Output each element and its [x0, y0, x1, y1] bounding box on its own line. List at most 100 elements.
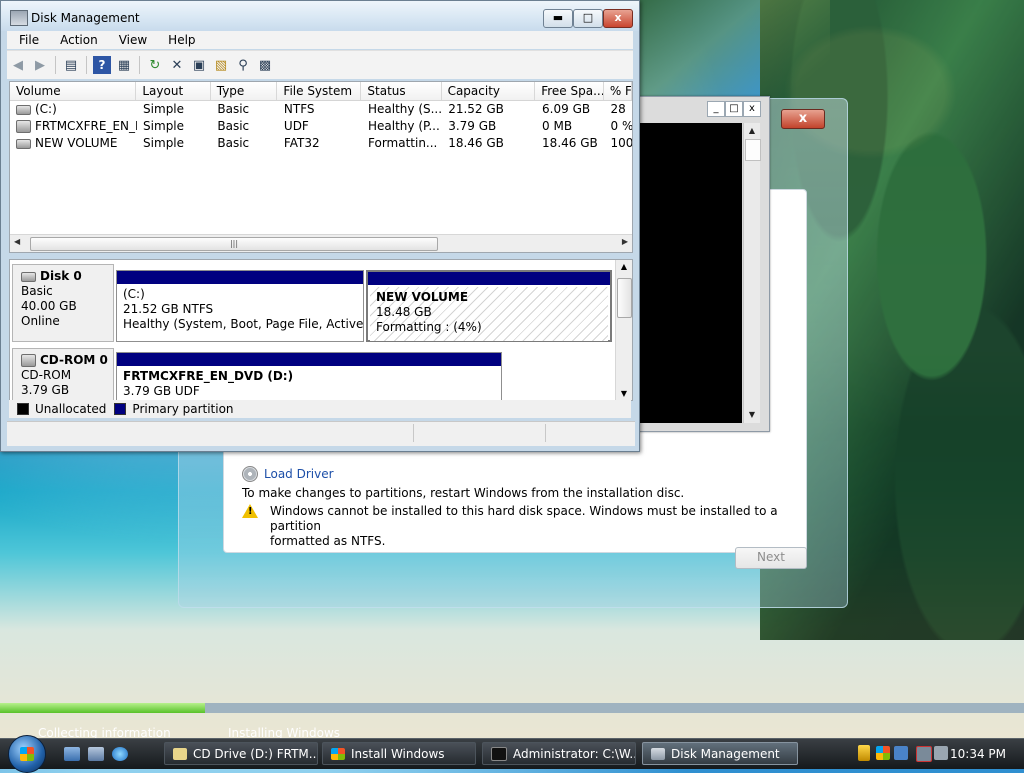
- console-minimize-button[interactable]: _: [707, 101, 725, 117]
- table-row[interactable]: FRTMCXFRE_EN_D... Simple Basic UDF Healt…: [10, 118, 632, 135]
- minimize-button[interactable]: ▬: [543, 9, 573, 28]
- legend-primary: Primary partition: [132, 402, 234, 416]
- partition-new-volume[interactable]: NEW VOLUME 18.48 GB Formatting : (4%): [366, 270, 612, 342]
- show-desktop-icon[interactable]: [64, 747, 80, 761]
- back-arrow-icon[interactable]: ◀: [9, 56, 27, 74]
- scroll-right-icon[interactable]: ▶: [622, 237, 628, 246]
- warning-text: Windows cannot be installed to this hard…: [270, 504, 806, 549]
- toolbar-separator: [55, 56, 56, 74]
- load-driver-link[interactable]: Load Driver: [264, 467, 334, 481]
- task-disk-management[interactable]: Disk Management: [642, 742, 798, 765]
- next-button[interactable]: Next: [735, 547, 807, 569]
- cd-icon: [242, 466, 258, 482]
- help-icon[interactable]: ?: [93, 56, 111, 74]
- internet-explorer-icon[interactable]: [112, 747, 128, 761]
- column-header[interactable]: Layout: [136, 82, 211, 100]
- console-close-button[interactable]: x: [743, 101, 761, 117]
- column-header[interactable]: Status: [361, 82, 442, 100]
- search-icon[interactable]: ⚲: [234, 56, 252, 74]
- cdrom-0-label[interactable]: CD-ROM 0 CD-ROM 3.79 GB: [12, 348, 114, 400]
- restart-message: To make changes to partitions, restart W…: [242, 486, 684, 500]
- windows-flag-icon[interactable]: [876, 746, 890, 760]
- scroll-up-icon[interactable]: ▲: [744, 123, 760, 139]
- properties-icon[interactable]: ▣: [190, 56, 208, 74]
- layout-cell: Simple: [143, 119, 185, 133]
- filesystem-cell: UDF: [283, 119, 309, 133]
- volume-name: FRTMCXFRE_EN_D...: [35, 119, 137, 133]
- disk-0-kind: Basic: [21, 284, 53, 298]
- disk-0-size: 40.00 GB: [21, 299, 77, 313]
- network-disconnected-icon[interactable]: [916, 746, 932, 762]
- graphical-view-scroll-thumb[interactable]: [617, 278, 632, 318]
- table-row[interactable]: (C:) Simple Basic NTFS Healthy (S... 21.…: [10, 101, 632, 118]
- table-row[interactable]: NEW VOLUME Simple Basic FAT32 Formattin.…: [10, 135, 632, 152]
- task-command-prompt[interactable]: Administrator: C:\W...: [482, 742, 636, 765]
- disk-0-label[interactable]: Disk 0 Basic 40.00 GB Online: [12, 264, 114, 342]
- graphical-view-scrollbar[interactable]: ▲ ▼: [615, 260, 632, 400]
- disk-0-title: Disk 0: [21, 269, 113, 284]
- task-install-windows[interactable]: Install Windows: [322, 742, 476, 765]
- column-header[interactable]: Capacity: [442, 82, 536, 100]
- column-header[interactable]: % F: [604, 82, 632, 100]
- close-button[interactable]: x: [603, 9, 633, 28]
- task-label: Install Windows: [351, 746, 445, 761]
- console-maximize-button[interactable]: □: [725, 101, 743, 117]
- task-label: Administrator: C:\W...: [513, 746, 636, 761]
- rescan-disks-icon[interactable]: ▩: [256, 56, 274, 74]
- install-progress-bar: [0, 703, 1024, 713]
- column-header[interactable]: Volume: [10, 82, 137, 100]
- volume-list[interactable]: Volume Layout Type File System Status Ca…: [9, 81, 633, 253]
- setup-close-button[interactable]: x: [781, 109, 825, 129]
- column-header[interactable]: Type: [211, 82, 278, 100]
- scroll-down-icon[interactable]: ▼: [616, 389, 632, 398]
- title-bar[interactable]: Disk Management ▬ □ x: [1, 1, 639, 31]
- cdrom-0-kind: CD-ROM: [21, 368, 72, 382]
- console-scrollbar[interactable]: ▲ ▼: [743, 123, 761, 423]
- volume-muted-icon[interactable]: [934, 746, 948, 760]
- status-cell: Healthy (S...: [368, 102, 443, 116]
- start-button[interactable]: [8, 735, 46, 773]
- unallocated-swatch: [17, 403, 29, 415]
- task-cd-drive[interactable]: CD Drive (D:) FRTM...: [164, 742, 318, 765]
- load-driver-row[interactable]: Load Driver: [242, 466, 334, 482]
- refresh-icon[interactable]: ↻: [146, 56, 164, 74]
- clock[interactable]: 10:34 PM: [950, 747, 1006, 761]
- scroll-up-icon[interactable]: ▲: [616, 260, 632, 274]
- open-folder-icon[interactable]: ▧: [212, 56, 230, 74]
- toolbar-separator: [139, 56, 140, 74]
- partition-c-body: (C:) 21.52 GB NTFS Healthy (System, Boot…: [117, 284, 363, 335]
- warning-icon: [242, 504, 258, 518]
- scroll-left-icon[interactable]: ◀: [14, 237, 20, 246]
- partition-dvd[interactable]: FRTMCXFRE_EN_DVD (D:) 3.79 GB UDF: [116, 352, 502, 400]
- menu-file[interactable]: File: [7, 31, 48, 49]
- free-space-cell: 6.09 GB: [542, 102, 591, 116]
- disk-0-name: Disk 0: [40, 269, 82, 283]
- filesystem-cell: NTFS: [283, 102, 315, 116]
- command-prompt-window[interactable]: _ □ x ▲ ▼: [636, 96, 770, 432]
- scroll-down-icon[interactable]: ▼: [744, 407, 760, 423]
- delete-icon[interactable]: ✕: [168, 56, 186, 74]
- console-scroll-thumb[interactable]: [745, 139, 761, 161]
- console-screen[interactable]: [640, 123, 742, 423]
- cdrom-0-name: CD-ROM 0: [40, 353, 108, 367]
- menu-help[interactable]: Help: [156, 31, 204, 49]
- tray-app-icon[interactable]: [894, 746, 908, 760]
- horizontal-scroll-thumb[interactable]: |||: [30, 237, 438, 251]
- menu-view[interactable]: View: [107, 31, 156, 49]
- forward-arrow-icon[interactable]: ▶: [31, 56, 49, 74]
- security-shield-icon[interactable]: [858, 745, 870, 761]
- disk-graphical-view[interactable]: Disk 0 Basic 40.00 GB Online (C:) 21.52 …: [9, 259, 633, 401]
- show-action-pane-icon[interactable]: ▦: [115, 56, 133, 74]
- switch-windows-icon[interactable]: [88, 747, 104, 761]
- horizontal-scrollbar[interactable]: ◀ ||| ▶: [10, 234, 632, 252]
- show-hide-console-tree-icon[interactable]: ▤: [62, 56, 80, 74]
- partition-new-volume-status: Formatting : (4%): [376, 320, 482, 334]
- partition-c[interactable]: (C:) 21.52 GB NTFS Healthy (System, Boot…: [116, 270, 364, 342]
- menu-action[interactable]: Action: [48, 31, 107, 49]
- cdrom-0-title: CD-ROM 0: [21, 353, 113, 368]
- column-header[interactable]: Free Spa...: [535, 82, 604, 100]
- maximize-button[interactable]: □: [573, 9, 603, 28]
- column-header[interactable]: File System: [277, 82, 362, 100]
- legend-unallocated: Unallocated: [35, 402, 107, 416]
- partition-dvd-body: FRTMCXFRE_EN_DVD (D:) 3.79 GB UDF: [117, 366, 501, 400]
